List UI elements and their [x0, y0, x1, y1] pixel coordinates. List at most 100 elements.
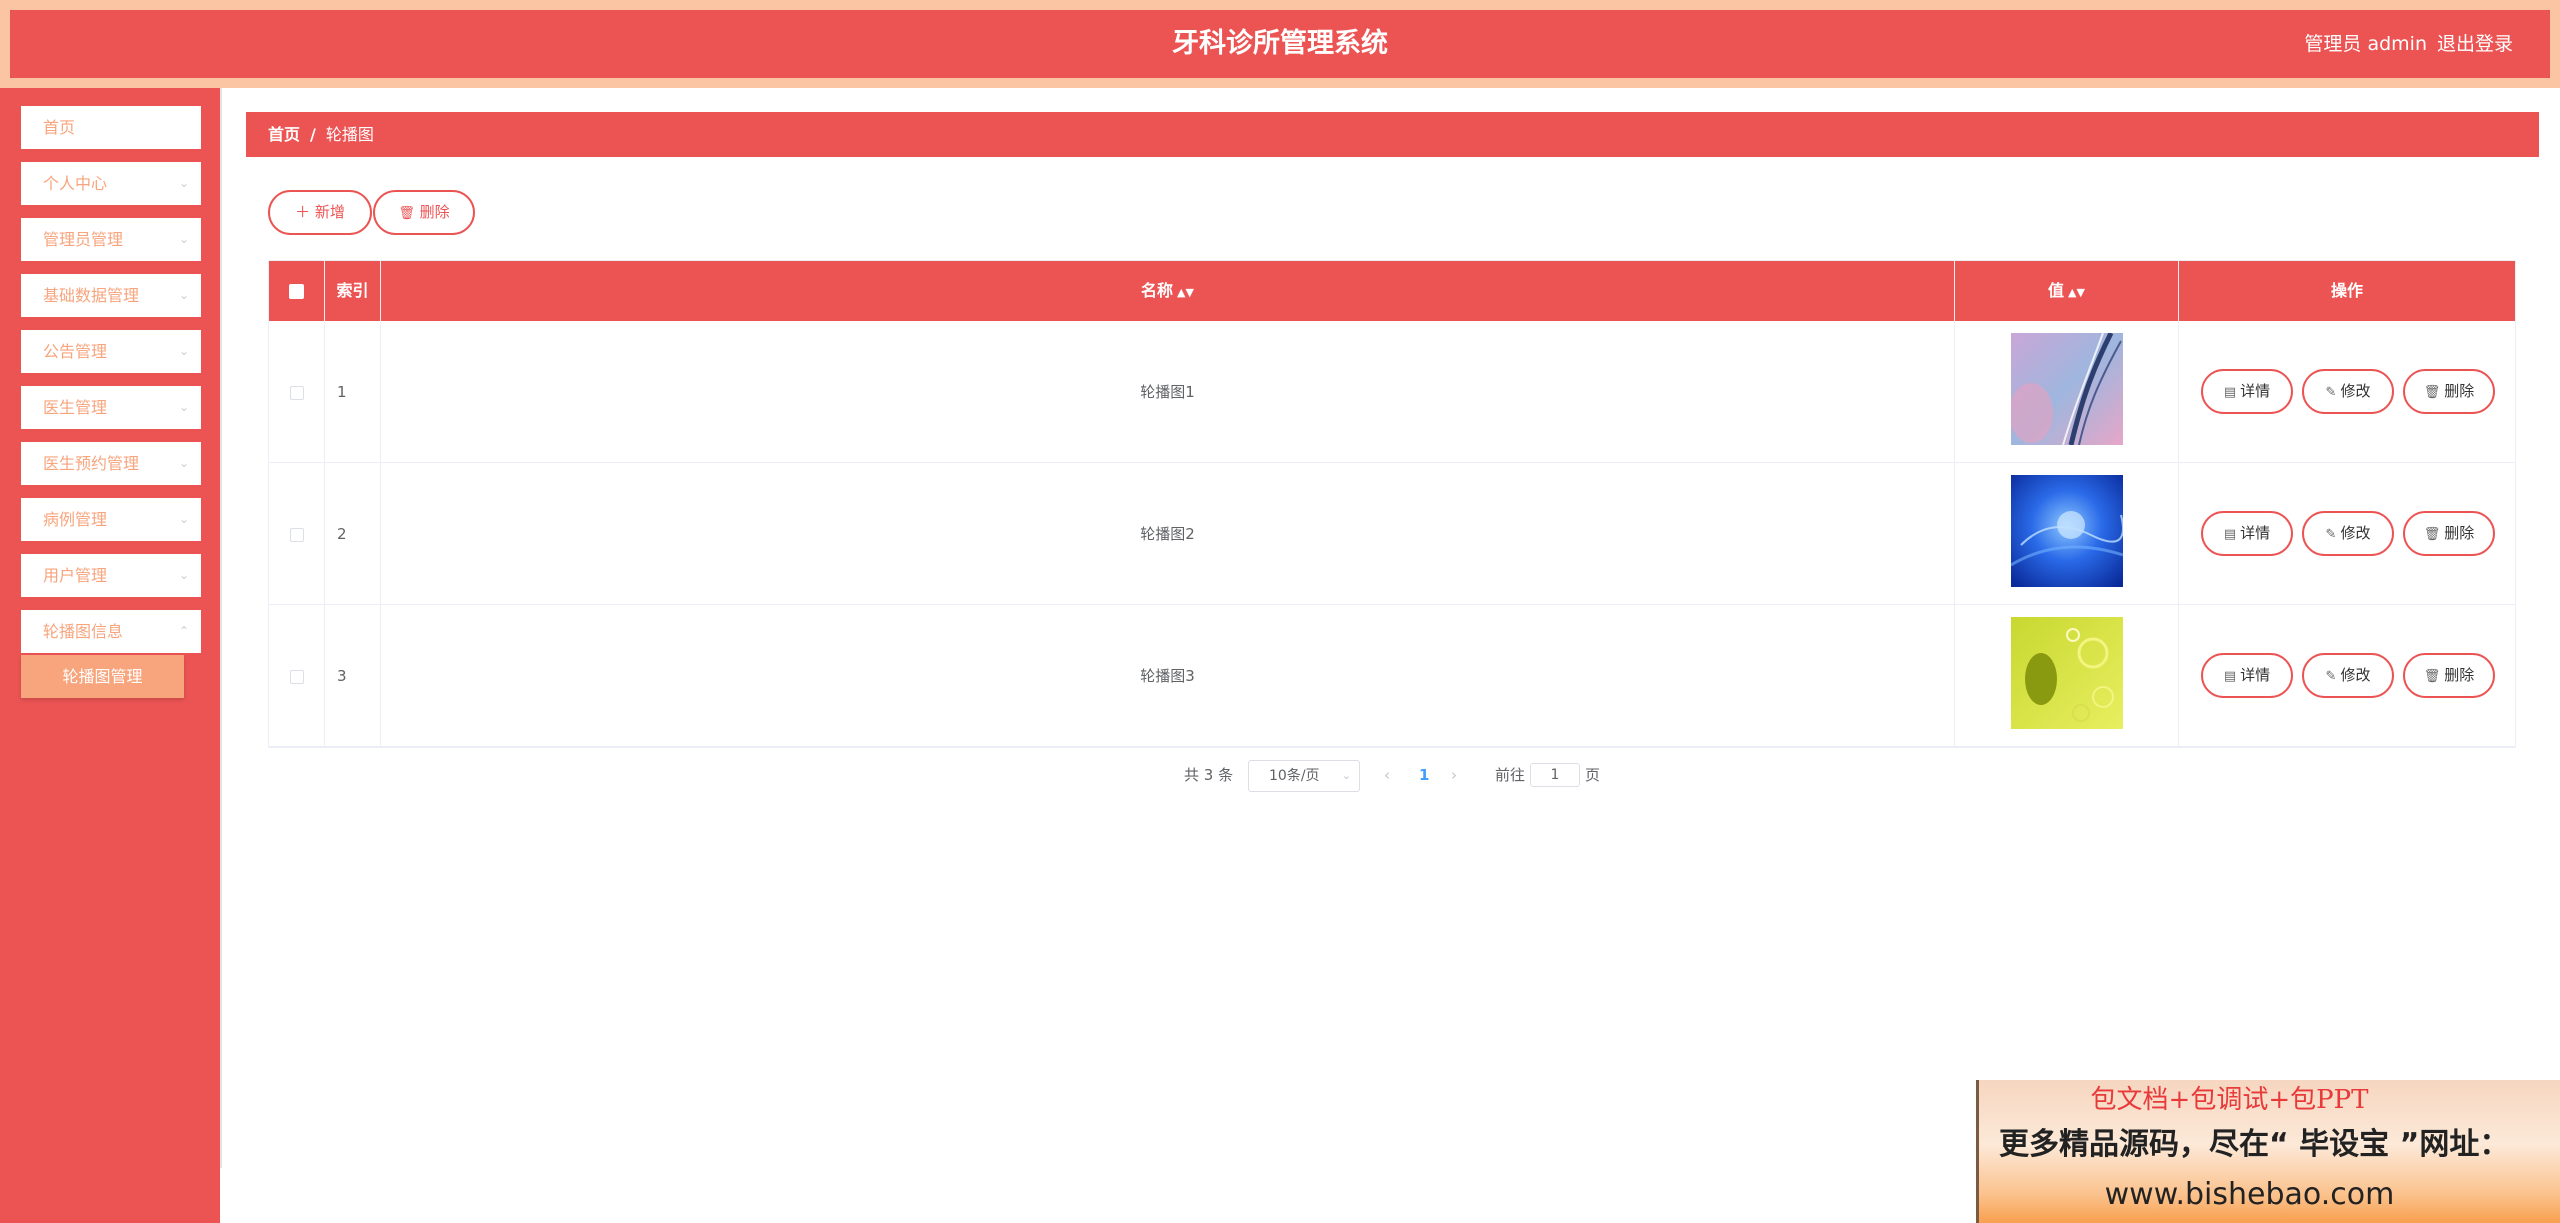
add-button-label: 新增 [314, 203, 345, 221]
page-number-current[interactable]: 1 [1419, 760, 1429, 790]
row-select-cell [269, 321, 325, 463]
sidebar-item-carousel[interactable]: 轮播图信息 ⌃ [21, 610, 201, 653]
sidebar-subitem-carousel-manage[interactable]: 轮播图管理 [21, 655, 184, 698]
row-actions: ▤ 详情 ✎ 修改 🗑 删除 [2179, 605, 2515, 747]
sidebar-item-label: 用户管理 [43, 566, 108, 585]
sidebar-item-label: 病例管理 [43, 510, 108, 529]
sidebar-item-admin[interactable]: 管理员管理 ⌄ [21, 218, 201, 261]
edit-label: 修改 [2340, 666, 2371, 684]
trash-icon: 🗑 [2423, 527, 2441, 542]
sidebar-item-appointment[interactable]: 医生预约管理 ⌄ [21, 442, 201, 485]
sidebar-item-profile[interactable]: 个人中心 ⌄ [21, 162, 201, 205]
row-name: 轮播图3 [381, 605, 1955, 747]
delete-button[interactable]: 🗑 删除 [2403, 511, 2495, 556]
sidebar-item-notice[interactable]: 公告管理 ⌄ [21, 330, 201, 373]
row-select-cell [269, 463, 325, 605]
sidebar-item-label: 医生预约管理 [43, 454, 140, 473]
add-button[interactable]: ＋ 新增 [268, 190, 372, 235]
detail-button[interactable]: ▤ 详情 [2201, 653, 2293, 698]
pagination-total: 共 3 条 [1184, 766, 1234, 784]
delete-button[interactable]: 🗑 删除 [2403, 369, 2495, 414]
delete-label: 删除 [2444, 666, 2475, 684]
carousel-image-thumb[interactable] [2011, 617, 2123, 729]
column-value[interactable]: 值 ▲▼ [1955, 261, 2179, 321]
header: 牙科诊所管理系统 管理员 admin 退出登录 [10, 10, 2550, 78]
select-all-checkbox[interactable] [289, 284, 304, 299]
row-name: 轮播图2 [381, 463, 1955, 605]
chevron-down-icon: ⌄ [178, 344, 189, 358]
document-icon: ▤ [2223, 385, 2237, 400]
edit-button[interactable]: ✎ 修改 [2302, 511, 2394, 556]
detail-button[interactable]: ▤ 详情 [2201, 511, 2293, 556]
chevron-down-icon: ⌄ [178, 568, 189, 582]
carousel-image-thumb[interactable] [2011, 475, 2123, 587]
sidebar-item-base-data[interactable]: 基础数据管理 ⌄ [21, 274, 201, 317]
page-size-select[interactable]: 10条/页 ⌄ [1248, 760, 1360, 792]
row-name: 轮播图1 [381, 321, 1955, 463]
row-checkbox[interactable] [289, 385, 304, 400]
sort-icon[interactable]: ▲▼ [1177, 286, 1194, 299]
row-select-cell [269, 605, 325, 747]
row-value [1955, 605, 2179, 747]
next-page-button[interactable]: › [1451, 760, 1457, 790]
goto-prefix: 前往 [1495, 766, 1526, 784]
promo-line-1: 包文档+包调试+包PPT [2090, 1085, 2369, 1115]
table-row: 1 轮播图1 ▤ 详情 ✎ 修改 🗑 删除 [269, 321, 2515, 463]
chevron-down-icon: ⌄ [178, 176, 189, 190]
row-checkbox[interactable] [289, 527, 304, 542]
row-actions: ▤ 详情 ✎ 修改 🗑 删除 [2179, 321, 2515, 463]
sidebar-item-doctor[interactable]: 医生管理 ⌄ [21, 386, 201, 429]
row-checkbox[interactable] [289, 669, 304, 684]
chevron-down-icon: ⌄ [1341, 769, 1351, 782]
sidebar-item-user[interactable]: 用户管理 ⌄ [21, 554, 201, 597]
goto-page-input[interactable]: 1 [1530, 763, 1580, 787]
sidebar-item-label: 首页 [43, 118, 76, 137]
chevron-down-icon: ⌄ [178, 288, 189, 302]
batch-delete-button[interactable]: 🗑 删除 [373, 190, 475, 235]
detail-button[interactable]: ▤ 详情 [2201, 369, 2293, 414]
sidebar-item-case[interactable]: 病例管理 ⌄ [21, 498, 201, 541]
promo-line-3: www.bishebao.com [2104, 1177, 2395, 1212]
current-user: 管理员 admin [2304, 33, 2427, 55]
chevron-down-icon: ⌄ [178, 456, 189, 470]
delete-label: 删除 [2444, 382, 2475, 400]
edit-button[interactable]: ✎ 修改 [2302, 369, 2394, 414]
edit-label: 修改 [2340, 382, 2371, 400]
trash-icon: 🗑 [398, 206, 415, 221]
promo-line-2: 更多精品源码，尽在“ 毕设宝 ”网址： [1999, 1127, 2510, 1162]
detail-label: 详情 [2240, 666, 2271, 684]
carousel-image-thumb[interactable] [2011, 333, 2123, 445]
pencil-icon: ✎ [2325, 527, 2337, 542]
logout-link[interactable]: 退出登录 [2437, 10, 2513, 78]
row-actions: ▤ 详情 ✎ 修改 🗑 删除 [2179, 463, 2515, 605]
row-value [1955, 321, 2179, 463]
page-size-value: 10条/页 [1269, 768, 1320, 784]
breadcrumb: 首页 / 轮播图 [246, 112, 2539, 157]
carousel-table: 索引 名称 ▲▼ 值 ▲▼ 操作 1 轮播图1 ▤ 详情 ✎ 修改 🗑 删除 2… [268, 260, 2516, 748]
sidebar-item-label: 个人中心 [43, 174, 108, 193]
chevron-down-icon: ⌄ [178, 232, 189, 246]
plus-icon: ＋ [295, 203, 311, 221]
delete-button[interactable]: 🗑 删除 [2403, 653, 2495, 698]
document-icon: ▤ [2223, 669, 2237, 684]
sort-icon[interactable]: ▲▼ [2068, 286, 2085, 299]
promo-banner: 包文档+包调试+包PPT 更多精品源码，尽在“ 毕设宝 ”网址： www.bis… [1976, 1080, 2560, 1223]
edit-label: 修改 [2340, 524, 2371, 542]
sidebar-item-label: 医生管理 [43, 398, 108, 417]
breadcrumb-separator: / [310, 125, 316, 144]
prev-page-button[interactable]: ‹ [1384, 760, 1390, 790]
pencil-icon: ✎ [2325, 669, 2337, 684]
select-all-cell [269, 261, 325, 321]
chevron-up-icon: ⌃ [178, 624, 189, 638]
row-index: 2 [325, 463, 381, 605]
detail-label: 详情 [2240, 382, 2271, 400]
chevron-down-icon: ⌄ [178, 512, 189, 526]
breadcrumb-home[interactable]: 首页 [268, 125, 300, 144]
delete-label: 删除 [2444, 524, 2475, 542]
row-index: 3 [325, 605, 381, 747]
sidebar-item-home[interactable]: 首页 [21, 106, 201, 149]
column-name[interactable]: 名称 ▲▼ [381, 261, 1955, 321]
edit-button[interactable]: ✎ 修改 [2302, 653, 2394, 698]
sidebar-item-label: 公告管理 [43, 342, 108, 361]
row-index: 1 [325, 321, 381, 463]
